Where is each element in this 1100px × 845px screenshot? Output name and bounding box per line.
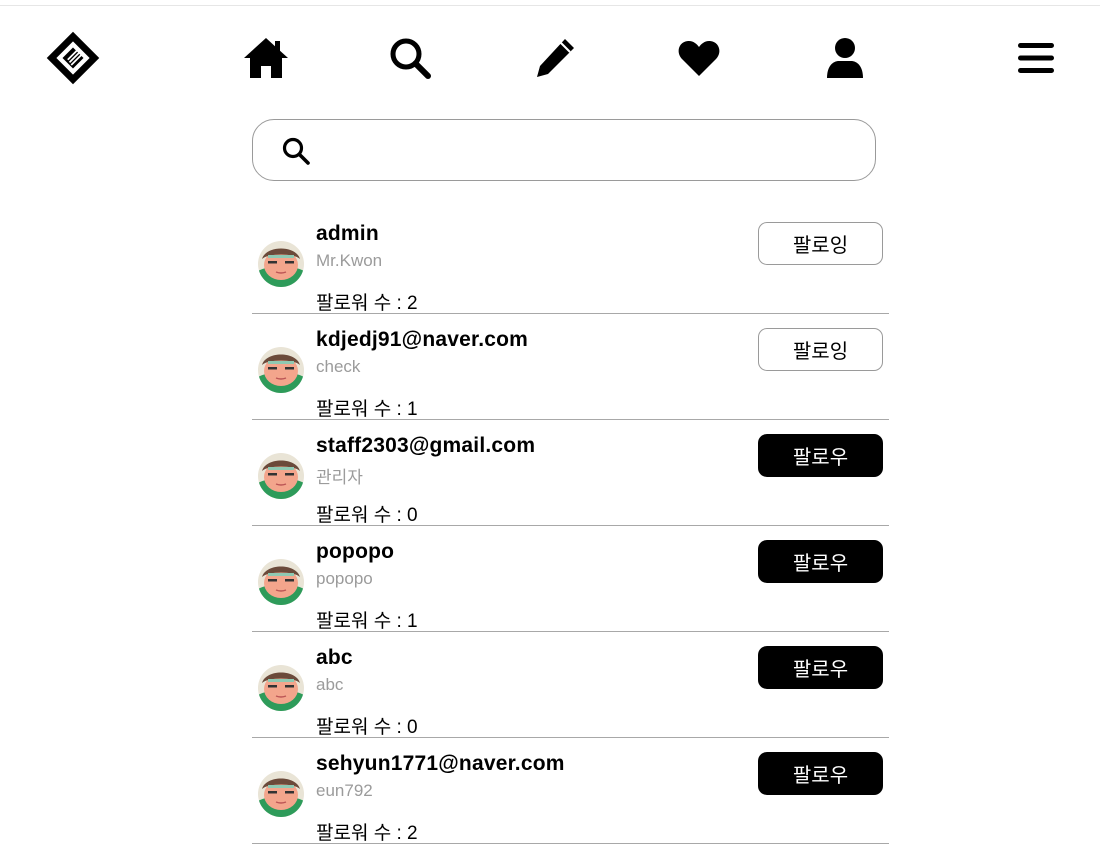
username[interactable]: popopo (316, 540, 394, 564)
user-row: abc abc 팔로워 수 : 0 팔로우 (252, 632, 889, 738)
follow-button[interactable]: 팔로우 (758, 434, 883, 477)
follow-button[interactable]: 팔로우 (758, 646, 883, 689)
avatar[interactable] (258, 771, 304, 817)
follower-count: 팔로워 수 : 2 (316, 293, 418, 314)
nickname: abc (316, 675, 344, 694)
nickname: popopo (316, 569, 373, 588)
follower-count: 팔로워 수 : 0 (316, 505, 418, 526)
search-icon (390, 38, 431, 79)
user-icon (827, 38, 863, 78)
follow-button[interactable]: 팔로우 (758, 540, 883, 583)
follower-count: 팔로워 수 : 0 (316, 717, 418, 738)
follower-count: 팔로워 수 : 1 (316, 611, 418, 632)
user-row: admin Mr.Kwon 팔로워 수 : 2 팔로잉 (252, 208, 889, 314)
user-list: admin Mr.Kwon 팔로워 수 : 2 팔로잉 kdjedj91@nav… (252, 208, 889, 844)
search-icon (282, 137, 310, 165)
nav-likes-button[interactable] (671, 30, 727, 86)
username[interactable]: admin (316, 222, 379, 246)
user-row: popopo popopo 팔로워 수 : 1 팔로우 (252, 526, 889, 632)
search-input[interactable] (323, 128, 853, 172)
diamond-logo-icon (46, 31, 100, 85)
user-row: sehyun1771@naver.com eun792 팔로워 수 : 2 팔로… (252, 738, 889, 844)
username[interactable]: kdjedj91@naver.com (316, 328, 528, 352)
hamburger-menu-icon (1018, 43, 1054, 73)
top-navigation (0, 0, 1100, 110)
username[interactable]: abc (316, 646, 353, 670)
avatar[interactable] (258, 559, 304, 605)
username[interactable]: sehyun1771@naver.com (316, 752, 565, 776)
follow-button[interactable]: 팔로우 (758, 752, 883, 795)
nickname: check (316, 357, 361, 376)
pen-icon (537, 39, 574, 77)
home-icon (244, 38, 288, 78)
nav-menu-button[interactable] (1008, 30, 1064, 86)
avatar[interactable] (258, 241, 304, 287)
follower-count: 팔로워 수 : 1 (316, 399, 418, 420)
nickname: 관리자 (316, 468, 363, 487)
nav-search-button[interactable] (382, 30, 438, 86)
logo[interactable] (45, 30, 101, 86)
search-bar[interactable] (252, 119, 876, 181)
follower-count: 팔로워 수 : 2 (316, 823, 418, 844)
nickname: eun792 (316, 781, 373, 800)
nickname: Mr.Kwon (316, 251, 383, 270)
nav-profile-button[interactable] (817, 30, 873, 86)
nav-home-button[interactable] (238, 30, 294, 86)
avatar[interactable] (258, 347, 304, 393)
nav-write-button[interactable] (527, 30, 583, 86)
user-row: kdjedj91@naver.com check 팔로워 수 : 1 팔로잉 (252, 314, 889, 420)
user-row: staff2303@gmail.com 관리자 팔로워 수 : 0 팔로우 (252, 420, 889, 526)
follow-button[interactable]: 팔로잉 (758, 328, 883, 371)
follow-button[interactable]: 팔로잉 (758, 222, 883, 265)
heart-icon (678, 40, 720, 76)
avatar[interactable] (258, 665, 304, 711)
avatar[interactable] (258, 453, 304, 499)
username[interactable]: staff2303@gmail.com (316, 434, 535, 458)
